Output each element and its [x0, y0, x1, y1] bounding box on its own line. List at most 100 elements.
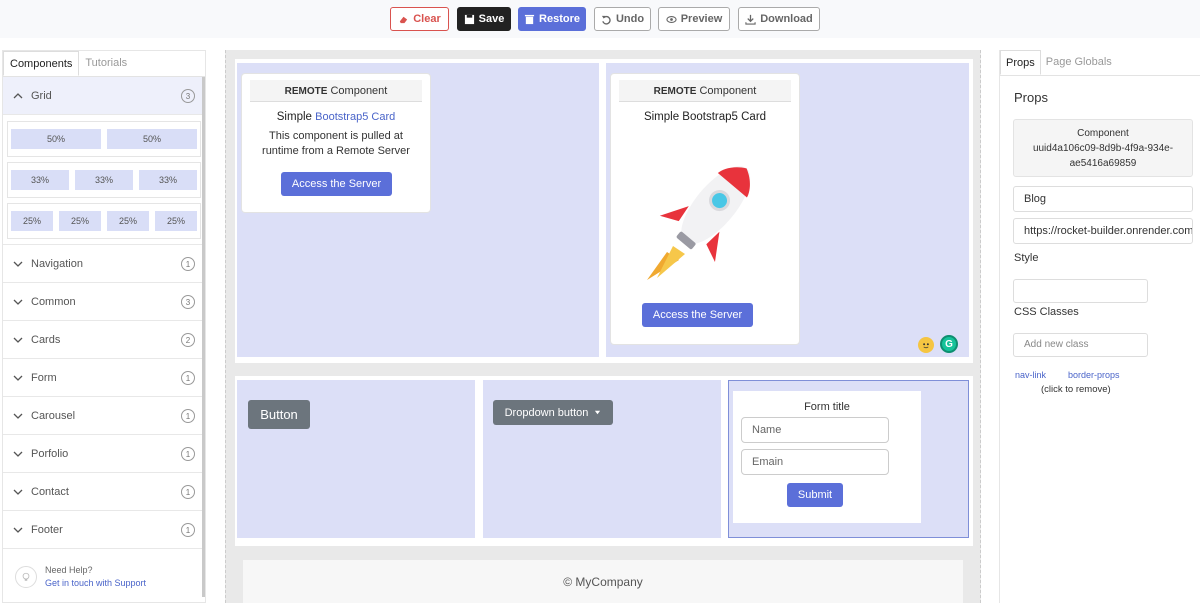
- grid-cell: 33%: [139, 170, 197, 190]
- grid-row-halves[interactable]: 50% 50%: [7, 121, 201, 157]
- style-input[interactable]: [1013, 279, 1148, 303]
- accordion-footer[interactable]: Footer 1: [3, 511, 205, 549]
- class-tag-nav-link[interactable]: nav-link: [1015, 370, 1046, 380]
- undo-button[interactable]: Undo: [594, 7, 651, 31]
- card-title-plain: Simple: [276, 111, 316, 123]
- help-box: Need Help? Get in touch with Support: [3, 552, 205, 602]
- undo-icon: [601, 15, 611, 25]
- grid-options: 50% 50% 33% 33% 33% 25% 25% 25% 25%: [3, 115, 205, 245]
- submit-button[interactable]: Submit: [787, 483, 843, 507]
- dropdown-label: Dropdown button: [504, 406, 589, 419]
- count-badge: 3: [181, 295, 195, 309]
- css-class-input[interactable]: Add new class: [1013, 333, 1148, 357]
- button-component[interactable]: Button: [248, 400, 310, 429]
- accordion-grid-label: Grid: [31, 89, 52, 102]
- download-button[interactable]: Download: [738, 7, 820, 31]
- props-panel: Props Page Globals Props Component uuid4…: [999, 50, 1200, 603]
- accordion-label: Common: [31, 295, 76, 308]
- email-input[interactable]: Emain: [741, 449, 889, 475]
- card-title: Simple Bootstrap5 Card: [643, 111, 767, 123]
- tab-components[interactable]: Components: [3, 51, 80, 76]
- accordion-label: Footer: [31, 523, 63, 536]
- column-2[interactable]: REMOTE Component Simple Bootstrap5 Card …: [606, 63, 969, 357]
- tab-props[interactable]: Props: [1000, 50, 1041, 75]
- support-link[interactable]: Get in touch with Support: [45, 577, 146, 590]
- url-field[interactable]: https://rocket-builder.onrender.com: [1013, 218, 1193, 244]
- count-badge: 1: [181, 485, 195, 499]
- card-title-link[interactable]: Bootstrap5 Card: [315, 111, 395, 123]
- access-server-button[interactable]: Access the Server: [281, 172, 392, 196]
- left-scrollbar[interactable]: [202, 77, 205, 597]
- chevron-down-icon: [13, 451, 23, 457]
- component-label: Component: [1077, 128, 1129, 139]
- accordion-grid[interactable]: Grid 3: [3, 77, 205, 115]
- count-badge: 3: [181, 89, 195, 103]
- accordion-label: Navigation: [31, 257, 83, 270]
- grid-row-quarters[interactable]: 25% 25% 25% 25%: [7, 203, 201, 239]
- component-id: uuid4a106c09-8d9b-4f9a-934e-ae5416a69859: [1032, 143, 1174, 169]
- grid-cell: 25%: [11, 211, 53, 231]
- row-2[interactable]: Button Dropdown button Form title Name E…: [235, 376, 973, 546]
- card-header: REMOTE Component: [250, 80, 422, 102]
- name-input[interactable]: Name: [741, 417, 889, 443]
- restore-label: Restore: [539, 13, 580, 25]
- blog-field[interactable]: Blog: [1013, 186, 1193, 212]
- grid-cell: 25%: [155, 211, 197, 231]
- footer-component[interactable]: © MyCompany: [243, 560, 963, 603]
- emoji-icon[interactable]: [918, 337, 934, 353]
- count-badge: 1: [181, 371, 195, 385]
- accordion-common[interactable]: Common 3: [3, 283, 205, 321]
- count-badge: 2: [181, 333, 195, 347]
- restore-button[interactable]: Restore: [518, 7, 586, 31]
- grammarly-icon[interactable]: G: [940, 335, 958, 353]
- rocket-image: [647, 166, 751, 280]
- column-form[interactable]: Form title Name Emain Submit: [728, 380, 969, 538]
- count-badge: 1: [181, 409, 195, 423]
- accordion-label: Carousel: [31, 409, 76, 422]
- access-server-button[interactable]: Access the Server: [642, 303, 753, 327]
- count-badge: 1: [181, 257, 195, 271]
- help-title: Need Help?: [45, 565, 93, 575]
- column-1[interactable]: REMOTE Component Simple Bootstrap5 Card …: [237, 63, 599, 357]
- row-1[interactable]: REMOTE Component Simple Bootstrap5 Card …: [235, 59, 973, 363]
- caret-down-icon: [595, 410, 601, 415]
- remove-hint: (click to remove): [1041, 384, 1111, 395]
- remote-card-1[interactable]: REMOTE Component Simple Bootstrap5 Card …: [241, 73, 431, 213]
- grid-row-thirds[interactable]: 33% 33% 33%: [7, 162, 201, 198]
- accordion-cards[interactable]: Cards 2: [3, 321, 205, 359]
- card-title: Simple Bootstrap5 Card: [242, 111, 430, 123]
- clear-button[interactable]: Clear: [390, 7, 449, 31]
- accordion-carousel[interactable]: Carousel 1: [3, 397, 205, 435]
- preview-button[interactable]: Preview: [658, 7, 730, 31]
- toolbar: Clear Save Restore Undo Preview Download: [0, 0, 1200, 38]
- count-badge: 1: [181, 447, 195, 461]
- accordion-form[interactable]: Form 1: [3, 359, 205, 397]
- tab-page-globals[interactable]: Page Globals: [1041, 50, 1117, 75]
- style-label: Style: [1014, 252, 1039, 264]
- remote-card-2[interactable]: REMOTE Component Simple Bootstrap5 Card …: [610, 73, 800, 345]
- component-info: Component uuid4a106c09-8d9b-4f9a-934e-ae…: [1013, 119, 1193, 177]
- tab-tutorials[interactable]: Tutorials: [79, 51, 133, 76]
- form-title: Form title: [804, 401, 850, 413]
- accordion-label: Cards: [31, 333, 61, 346]
- accordion-porfolio[interactable]: Porfolio 1: [3, 435, 205, 473]
- grid-cell: 33%: [11, 170, 69, 190]
- accordion-label: Contact: [31, 485, 69, 498]
- preview-label: Preview: [680, 13, 723, 25]
- chevron-down-icon: [13, 261, 23, 267]
- save-label: Save: [478, 13, 505, 25]
- class-tag-border-props[interactable]: border-props: [1068, 370, 1120, 380]
- dropdown-button[interactable]: Dropdown button: [493, 400, 613, 425]
- accordion-navigation[interactable]: Navigation 1: [3, 245, 205, 283]
- column-button[interactable]: Button: [237, 380, 475, 538]
- save-button[interactable]: Save: [457, 7, 511, 31]
- components-panel: Components Tutorials Grid 3 50% 50% 33% …: [2, 50, 206, 603]
- column-dropdown[interactable]: Dropdown button: [483, 380, 721, 538]
- grid-cell: 25%: [59, 211, 101, 231]
- count-badge: 1: [181, 523, 195, 537]
- props-heading: Props: [1014, 90, 1048, 105]
- right-tabs: Props Page Globals: [1000, 50, 1200, 76]
- accordion-label: Form: [31, 371, 57, 384]
- chevron-down-icon: [13, 489, 23, 495]
- accordion-contact[interactable]: Contact 1: [3, 473, 205, 511]
